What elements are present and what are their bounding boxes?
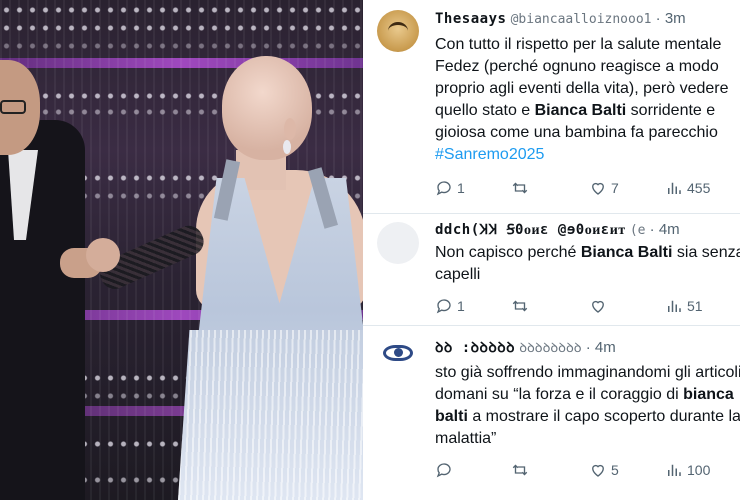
- timestamp[interactable]: 4m: [595, 339, 616, 356]
- tweet-feed: Thesaays @biancaalloiznooo1 · 3m Con tut…: [363, 0, 740, 500]
- tweet-actions: 5 100: [435, 460, 735, 480]
- text-line: domani su “la forza e il coraggio di bia…: [435, 386, 734, 403]
- text-line: sto già soffrendo immaginandomi gli arti…: [435, 364, 740, 381]
- text-line: gioiosa come una bambina fa parecchio: [435, 124, 718, 141]
- tweet-header: Thesaays @biancaalloiznooo1 · 3m: [435, 10, 686, 27]
- views-icon: [668, 464, 681, 476]
- text-line: Non capisco perché Bianca Balti sia senz…: [435, 244, 740, 261]
- tweet-header: ddch(ꞰꞰ Ꞩ0ᴏᴎɛ @ɘ0ᴏᴎɛᴎᴛ (e · 4m: [435, 221, 680, 238]
- reply-icon: [436, 181, 451, 196]
- retweet-icon: [512, 300, 528, 312]
- author-handle[interactable]: ꝺꝺꝺꝺꝺꝺꝺꝺ: [519, 341, 581, 356]
- views-button[interactable]: 100: [665, 460, 710, 480]
- reply-icon: [436, 463, 451, 478]
- retweet-icon: [512, 464, 528, 476]
- event-photo: [0, 0, 363, 500]
- text-line: quello stato e Bianca Balti sorridente e: [435, 102, 716, 119]
- heart-icon: [592, 300, 604, 313]
- heart-icon: [592, 464, 604, 477]
- tweet-text: Con tutto il rispetto per la salute ment…: [435, 34, 740, 166]
- timestamp[interactable]: 3m: [665, 10, 686, 27]
- avatar[interactable]: [377, 10, 419, 52]
- views-button[interactable]: 51: [665, 296, 703, 316]
- views-button[interactable]: 455: [665, 178, 710, 198]
- author-name[interactable]: ddch(ꞰꞰ Ꞩ0ᴏᴎɛ @ɘ0ᴏᴎɛᴎᴛ: [435, 222, 626, 238]
- tweet[interactable]: Thesaays @biancaalloiznooo1 · 3m Con tut…: [363, 0, 740, 214]
- avatar[interactable]: [377, 335, 419, 377]
- retweet-button[interactable]: [511, 178, 533, 198]
- text-line: balti a mostrare il capo scoperto durant…: [435, 408, 740, 425]
- text-line: capelli: [435, 266, 481, 283]
- text-line: #Sanremo2025: [435, 144, 740, 166]
- author-name[interactable]: Thesaays: [435, 11, 506, 27]
- tweet-actions: 1 7 455: [435, 178, 735, 198]
- like-button[interactable]: [589, 296, 611, 316]
- tweet-header: ꝺꝺ ꞉ꝺꝺꝺꝺꝺ ꝺꝺꝺꝺꝺꝺꝺꝺ · 4m: [435, 339, 616, 356]
- reply-icon: [436, 299, 451, 314]
- tweet-actions: 1 51: [435, 296, 735, 316]
- author-handle[interactable]: (e: [630, 223, 646, 238]
- heart-icon: [592, 182, 604, 195]
- timestamp[interactable]: 4m: [659, 221, 680, 238]
- reply-button[interactable]: 1: [435, 296, 465, 316]
- views-icon: [668, 182, 681, 194]
- like-button[interactable]: 7: [589, 178, 619, 198]
- avatar[interactable]: [377, 222, 419, 264]
- reply-button[interactable]: 1: [435, 178, 465, 198]
- retweet-button[interactable]: [511, 296, 533, 316]
- text-line: Fedez (perché ognuno reagisce a modo: [435, 58, 719, 75]
- author-handle[interactable]: @biancaalloiznooo1: [511, 12, 652, 27]
- tweet-text: sto già soffrendo immaginandomi gli arti…: [435, 362, 740, 450]
- like-button[interactable]: 5: [589, 460, 619, 480]
- tweet[interactable]: ddch(ꞰꞰ Ꞩ0ᴏᴎɛ @ɘ0ᴏᴎɛᴎᴛ (e · 4m Non capis…: [363, 214, 740, 326]
- tweet-text: Non capisco perché Bianca Balti sia senz…: [435, 242, 740, 286]
- retweet-icon: [512, 182, 528, 194]
- views-icon: [668, 300, 681, 312]
- retweet-button[interactable]: [511, 460, 533, 480]
- text-line: malattia”: [435, 430, 497, 447]
- hashtag-link[interactable]: #Sanremo2025: [435, 146, 544, 163]
- author-name[interactable]: ꝺꝺ ꞉ꝺꝺꝺꝺꝺ: [435, 340, 515, 356]
- reply-button[interactable]: [435, 460, 457, 480]
- text-line: Con tutto il rispetto per la salute ment…: [435, 36, 722, 53]
- tweet[interactable]: ꝺꝺ ꞉ꝺꝺꝺꝺꝺ ꝺꝺꝺꝺꝺꝺꝺꝺ · 4m sto già soffrend…: [363, 326, 740, 500]
- text-line: proprio agli eventi della vita), però ve…: [435, 80, 729, 97]
